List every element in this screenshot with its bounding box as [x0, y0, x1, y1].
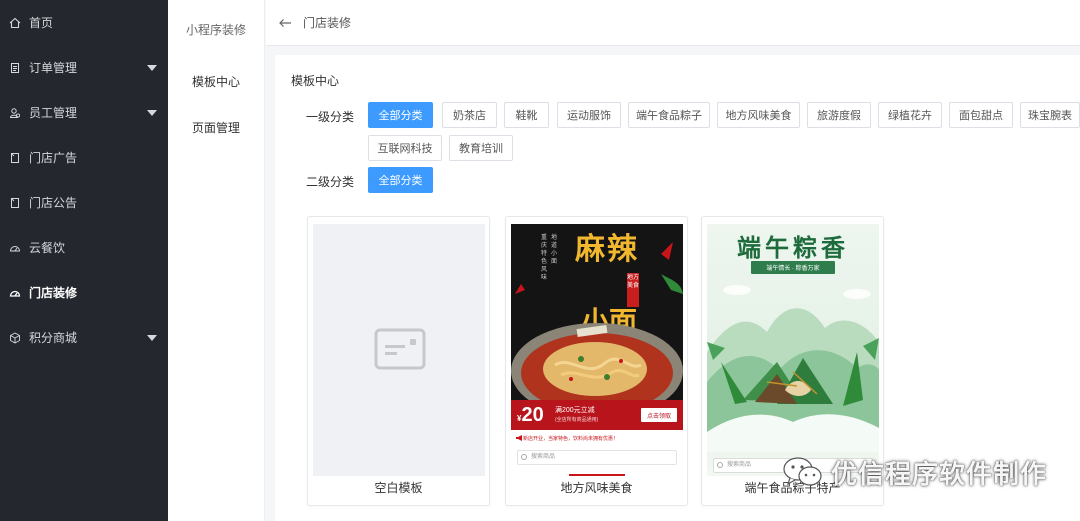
subnav-item-template-center[interactable]: 模板中心 — [168, 58, 264, 104]
watermark-text: 优信程序软件制作 — [831, 458, 1048, 489]
coupon-subtext: (全店所有商品通用) — [555, 417, 599, 423]
template-thumbnail: 端午粽香 端午情长 · 粽香万家 搜索商品 — [707, 224, 879, 476]
level1-tag-local-food[interactable]: 地方风味美食 — [717, 102, 800, 128]
sidebar-item-label: 首页 — [29, 16, 54, 30]
level2-tag-all[interactable]: 全部分类 — [368, 167, 433, 193]
watermark: 优信程序软件制作 — [781, 452, 1047, 492]
coupon-price: ¥20 — [517, 404, 544, 426]
sub-navigation: 小程序装修 模板中心 页面管理 — [168, 0, 265, 521]
cube-icon — [8, 331, 22, 345]
template-caption: 空白模板 — [374, 481, 423, 495]
level1-tag-plants[interactable]: 绿植花卉 — [878, 102, 942, 128]
poster-ribbon: 端午情长 · 粽香万家 — [751, 261, 835, 274]
poster-side-text: 重庆特色风味 — [541, 235, 548, 281]
template-thumbnail: 麻辣 重庆特色风味 地道小面 小面 地方美食 ¥20 满200元立减 (全店所有… — [511, 224, 683, 476]
level1-tag-bakery[interactable]: 面包甜点 — [949, 102, 1013, 128]
coupon-text: 满200元立减 — [555, 407, 595, 414]
poster-lower-section: 新店开业，当家特色，饮料尚未拥有优惠！ 搜索商品 — [511, 430, 683, 476]
sidebar-item-staff[interactable]: 员工管理 — [0, 90, 168, 135]
coupon-claim-button: 点击领取 — [641, 408, 677, 422]
ad-icon — [8, 151, 22, 165]
level1-tag-shoes[interactable]: 鞋靴 — [504, 102, 549, 128]
level1-tag-jewelry[interactable]: 珠宝腕表 — [1020, 102, 1080, 128]
level2-category-label: 二级分类 — [306, 175, 355, 189]
back-arrow-icon[interactable] — [278, 16, 292, 30]
sidebar-item-orders[interactable]: 订单管理 — [0, 45, 168, 90]
sidebar-item-label: 门店装修 — [29, 286, 78, 300]
sidebar-item-points-mall[interactable]: 积分商城 — [0, 315, 168, 360]
wechat-icon — [783, 457, 822, 486]
chevron-down-icon — [147, 335, 157, 341]
level1-category-label: 一级分类 — [306, 110, 355, 124]
noodle-bowl-image — [511, 323, 683, 405]
sidebar-item-store-notice[interactable]: 门店公告 — [0, 180, 168, 225]
page-title: 门店装修 — [303, 16, 352, 30]
coupon-banner: ¥20 满200元立减 (全店所有商品通用) 点击领取 — [511, 400, 683, 430]
poster-title: 端午粽香 — [737, 233, 849, 262]
chevron-down-icon — [147, 65, 157, 71]
level1-tag-travel[interactable]: 旅游度假 — [807, 102, 871, 128]
sidebar-item-store-ads[interactable]: 门店广告 — [0, 135, 168, 180]
level1-tag-education[interactable]: 教育培训 — [449, 135, 513, 161]
sidebar-item-store-decoration[interactable]: 门店装修 — [0, 270, 168, 315]
sidebar-item-label: 积分商城 — [29, 331, 78, 345]
megaphone-icon — [516, 435, 522, 441]
level1-tag-milk-tea[interactable]: 奶茶店 — [442, 102, 497, 128]
sidebar-item-home[interactable]: 首页 — [0, 0, 168, 45]
poster-title-line1: 麻辣 — [575, 232, 639, 267]
template-caption: 地方风味美食 — [560, 481, 633, 495]
subnav-title: 小程序装修 — [185, 22, 246, 37]
sidebar-item-label: 订单管理 — [29, 61, 78, 75]
poster-red-bar — [569, 474, 625, 476]
section-title: 模板中心 — [291, 74, 340, 88]
users-icon — [8, 106, 22, 120]
poster-side-text: 地道小面 — [551, 235, 558, 265]
sidebar-item-label: 门店广告 — [29, 151, 78, 165]
chevron-down-icon — [147, 110, 157, 116]
home-icon — [8, 16, 22, 30]
template-thumbnail — [313, 224, 485, 476]
poster-search-box: 搜索商品 — [517, 450, 677, 465]
poster-notice: 新店开业，当家特色，饮料尚未拥有优惠！ — [523, 436, 619, 442]
dashboard-icon — [8, 286, 22, 300]
template-card-blank[interactable]: 空白模板 — [307, 216, 490, 506]
notice-icon — [8, 196, 22, 210]
poster-seal: 地方美食 — [627, 273, 639, 307]
sidebar-item-label: 员工管理 — [29, 106, 78, 120]
search-icon — [521, 454, 527, 460]
level1-tag-dragon-boat-food[interactable]: 端午食品粽子 — [628, 102, 710, 128]
sidebar-item-label: 云餐饮 — [29, 241, 66, 255]
zongzi-scene-image — [707, 285, 879, 452]
search-icon — [717, 462, 723, 468]
blank-card-icon — [374, 328, 426, 370]
sidebar-item-cloud-dining[interactable]: 云餐饮 — [0, 225, 168, 270]
main-sidebar: 首页 订单管理 员工管理 门店广告 门店公告 云餐饮 门店装修 积分商城 — [0, 0, 168, 521]
level1-tag-sportswear[interactable]: 运动服饰 — [557, 102, 621, 128]
dashboard-icon — [8, 241, 22, 255]
level1-tag-all[interactable]: 全部分类 — [368, 102, 433, 128]
subnav-item-page-management[interactable]: 页面管理 — [168, 104, 264, 150]
template-card-local-food[interactable]: 麻辣 重庆特色风味 地道小面 小面 地方美食 ¥20 满200元立减 (全店所有… — [505, 216, 688, 506]
document-icon — [8, 61, 22, 75]
level1-tag-internet-tech[interactable]: 互联网科技 — [368, 135, 442, 161]
page-header: 门店装修 — [266, 0, 1080, 46]
sidebar-item-label: 门店公告 — [29, 196, 78, 210]
